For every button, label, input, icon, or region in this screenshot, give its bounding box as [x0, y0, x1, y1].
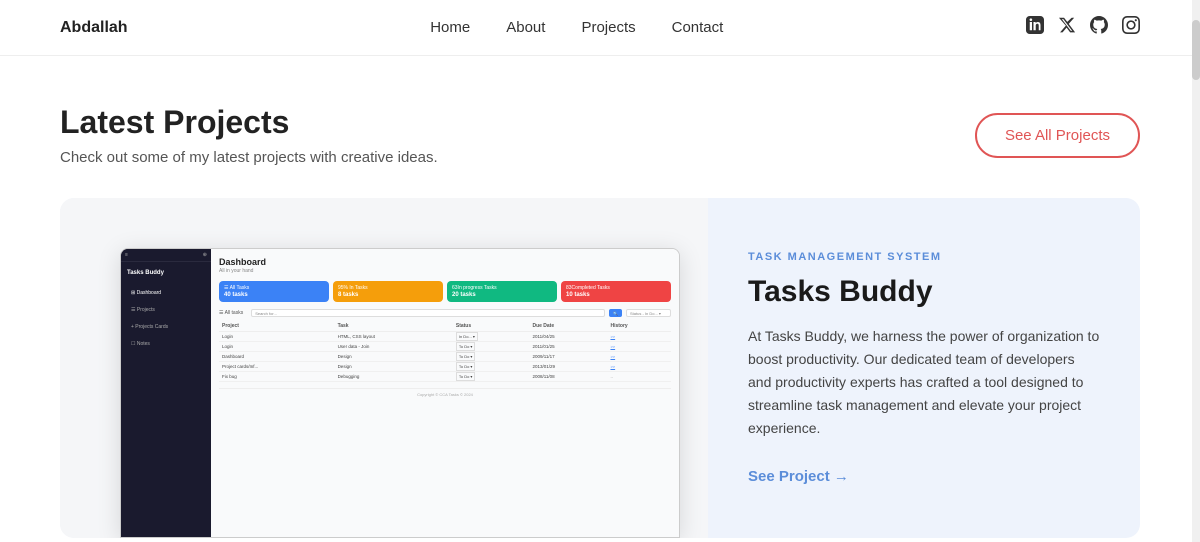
navbar: Abdallah Home About Projects Contact: [0, 0, 1200, 56]
nav-about[interactable]: About: [506, 19, 545, 36]
mockup-col-history: History: [607, 321, 671, 332]
section-title: Latest Projects: [60, 104, 438, 141]
see-all-button[interactable]: See All Projects: [975, 113, 1140, 158]
table-row: Fix bug Debugging To Do ▾ 2008/11/08 --: [219, 372, 671, 382]
github-icon[interactable]: [1090, 16, 1108, 39]
mockup-stat-cards: ☰ All Tasks 40 tasks 95% In Tasks 8 task…: [219, 281, 671, 302]
mockup-topbar-menu: ≡: [125, 252, 128, 258]
projects-header-left: Latest Projects Check out some of my lat…: [60, 104, 438, 166]
mockup-footer: Copyright © CCA Tasks © 2024: [219, 388, 671, 397]
main-content: Latest Projects Check out some of my lat…: [0, 56, 1200, 538]
nav-home[interactable]: Home: [430, 19, 470, 36]
app-mockup: ≡ ⊕ Tasks Buddy ⊞ Dashboard ☰ Projects +…: [120, 248, 680, 538]
table-row: Login HTML, CSS layout In Do... ▾ 2011/0…: [219, 332, 671, 342]
social-icons: [1026, 16, 1140, 39]
project-description: At Tasks Buddy, we harness the power of …: [748, 325, 1100, 440]
nav-contact[interactable]: Contact: [672, 19, 724, 36]
project-info: TASK MANAGEMENT SYSTEM Tasks Buddy At Ta…: [708, 198, 1140, 538]
mockup-dashboard-subtitle: All in your hand: [219, 268, 671, 274]
linkedin-icon[interactable]: [1026, 16, 1044, 39]
nav-links: Home About Projects Contact: [430, 19, 723, 36]
mockup-dashboard-title: Dashboard: [219, 257, 671, 267]
mockup-search-box: Search for...: [251, 309, 605, 317]
mockup-card-completed: 83Completed Tasks 10 tasks: [561, 281, 671, 302]
see-project-link[interactable]: See Project →: [748, 468, 1100, 485]
mockup-nav-dashboard: ⊞ Dashboard: [127, 288, 205, 298]
scrollbar[interactable]: [1192, 0, 1200, 542]
twitter-icon[interactable]: [1058, 16, 1076, 39]
table-row: Login User data - Join To Do ▾ 2011/01/2…: [219, 342, 671, 352]
section-subtitle: Check out some of my latest projects wit…: [60, 149, 438, 166]
mockup-task-table: Project Task Status Due Date History Log…: [219, 321, 671, 382]
table-row: Project cards/Inf... Design To Do ▾ 2013…: [219, 362, 671, 372]
mockup-search-button: 🔍: [609, 309, 622, 317]
mockup-nav-cards: + Projects Cards: [127, 322, 205, 332]
instagram-icon[interactable]: [1122, 16, 1140, 39]
scrollbar-thumb[interactable]: [1192, 20, 1200, 80]
projects-header: Latest Projects Check out some of my lat…: [60, 104, 1140, 166]
project-category: TASK MANAGEMENT SYSTEM: [748, 251, 1100, 263]
project-card: ≡ ⊕ Tasks Buddy ⊞ Dashboard ☰ Projects +…: [60, 198, 1140, 538]
mockup-topbar-user: ⊕: [203, 252, 207, 258]
mockup-sidebar: ≡ ⊕ Tasks Buddy ⊞ Dashboard ☰ Projects +…: [121, 249, 211, 537]
mockup-col-task: Task: [335, 321, 453, 332]
mockup-col-project: Project: [219, 321, 335, 332]
mockup-brand: Tasks Buddy: [127, 270, 205, 276]
mockup-col-due: Due Date: [529, 321, 607, 332]
nav-projects[interactable]: Projects: [581, 19, 635, 36]
mockup-status-filter: Status - In Do... ▾: [626, 309, 671, 317]
mockup-card-all: ☰ All Tasks 40 tasks: [219, 281, 329, 302]
mockup-table-controls: ☰ All tasks Search for... 🔍 Status - In …: [219, 309, 671, 317]
table-row: Dashboard Design To Do ▾ 2009/11/17 >>: [219, 352, 671, 362]
mockup-all-tasks-label: ☰ All tasks: [219, 310, 243, 316]
mockup-main: Dashboard All in your hand ☰ All Tasks 4…: [211, 249, 679, 537]
mockup-nav-projects: ☰ Projects: [127, 305, 205, 315]
mockup-nav-notes: ☐ Notes: [127, 339, 205, 349]
mockup-col-status: Status: [453, 321, 530, 332]
project-title: Tasks Buddy: [748, 275, 1100, 309]
project-screenshot: ≡ ⊕ Tasks Buddy ⊞ Dashboard ☰ Projects +…: [60, 198, 708, 538]
mockup-card-progress: 63In progress Tasks 20 tasks: [447, 281, 557, 302]
mockup-card-inprogress: 95% In Tasks 8 tasks: [333, 281, 443, 302]
brand-logo: Abdallah: [60, 19, 128, 37]
